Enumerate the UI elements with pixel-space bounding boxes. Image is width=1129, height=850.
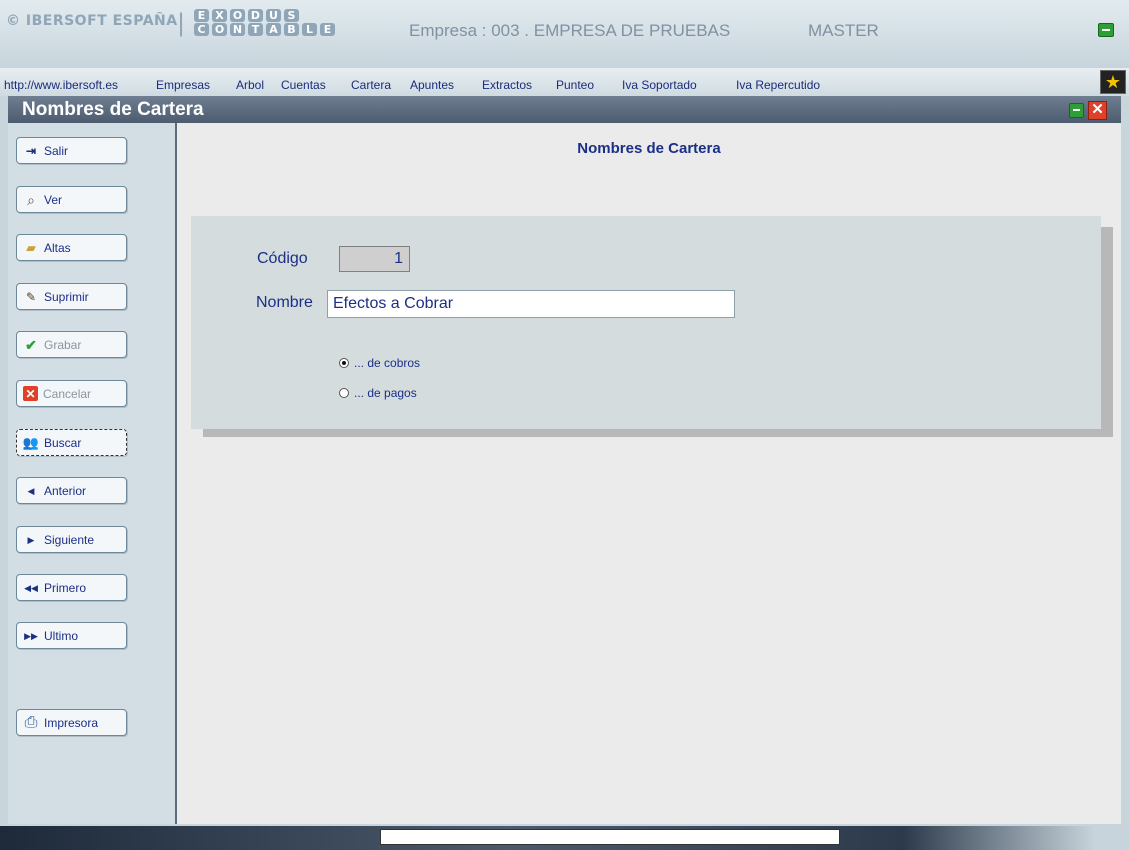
code-label: Código (257, 250, 308, 267)
name-label: Nombre (256, 294, 313, 311)
open-folder-icon: ▰ (26, 239, 36, 255)
product-logo-letter: B (284, 23, 299, 36)
menu-item-punteo[interactable]: Punteo (556, 78, 594, 92)
window-minimize-icon[interactable] (1069, 103, 1084, 118)
menu-item-arbol[interactable]: Arbol (236, 78, 264, 92)
primero-button[interactable]: ◀◀ Primero (16, 574, 127, 601)
printer-icon: ⎙ (24, 713, 38, 731)
app-banner: © IBERSOFT ESPAÑA | EXODUS CONTABLE Empr… (0, 0, 1129, 68)
menu-item-iva-repercutido[interactable]: Iva Repercutido (736, 78, 820, 92)
impresora-button[interactable]: ⎙ Impresora (16, 709, 127, 736)
status-field (380, 829, 840, 845)
siguiente-label: Siguiente (44, 532, 95, 547)
product-logo-letter: U (266, 9, 281, 22)
salir-button[interactable]: ⇥ Salir (16, 137, 127, 164)
anterior-button[interactable]: ◀ Anterior (16, 477, 127, 504)
product-logo-letter: O (212, 23, 227, 36)
buscar-button[interactable]: 👥 Buscar (16, 429, 127, 456)
radio-cobros[interactable]: ... de cobros (339, 356, 420, 370)
window-close-icon[interactable]: ✕ (1088, 101, 1107, 120)
red-x-icon: ✕ (23, 386, 38, 401)
product-logo-line2: CONTABLE (194, 23, 335, 36)
radio-cobros-label: ... de cobros (354, 356, 421, 370)
status-bar (0, 826, 1129, 850)
product-logo-letter: X (212, 9, 227, 22)
ver-button[interactable]: ⌕ Ver (16, 186, 127, 213)
favorites-star-icon[interactable]: ★ (1100, 70, 1126, 94)
window-titlebar: Nombres de Cartera ✕ (8, 96, 1121, 123)
anterior-label: Anterior (44, 483, 87, 498)
product-logo-letter: D (248, 9, 263, 22)
product-logo-letter: O (230, 9, 245, 22)
ver-label: Ver (44, 192, 63, 207)
ultimo-label: Ultimo (44, 628, 79, 643)
impresora-label: Impresora (44, 715, 99, 730)
suprimir-label: Suprimir (44, 289, 89, 304)
altas-button[interactable]: ▰ Altas (16, 234, 127, 261)
suprimir-button[interactable]: ✎ Suprimir (16, 283, 127, 310)
menu-bar: http://www.ibersoft.es Empresas Arbol Cu… (0, 68, 1129, 96)
product-logo-letter: E (320, 23, 335, 36)
menu-item-cuentas[interactable]: Cuentas (281, 78, 326, 92)
grabar-button[interactable]: ✔ Grabar (16, 331, 127, 358)
product-logo-letter: T (248, 23, 263, 36)
product-logo-letter: L (302, 23, 317, 36)
arrow-left-icon: ◀ (27, 485, 35, 496)
cancelar-button[interactable]: ✕ Cancelar (16, 380, 127, 407)
product-logo-letter: E (194, 9, 209, 22)
form-area: Nombres de Cartera Código 1 Nombre Efect… (177, 123, 1121, 824)
action-toolbar: ⇥ Salir ⌕ Ver ▰ Altas ✎ Suprimir ✔ Graba… (8, 123, 177, 824)
menu-item-extractos[interactable]: Extractos (482, 78, 532, 92)
radio-pagos[interactable]: ... de pagos (339, 386, 417, 400)
radio-cobros-indicator[interactable] (339, 358, 349, 368)
product-logo-letter: C (194, 23, 209, 36)
magnifier-icon: ⌕ (27, 191, 35, 208)
checkmark-icon: ✔ (25, 336, 37, 353)
product-logo-letter: S (284, 9, 299, 22)
radio-pagos-indicator[interactable] (339, 388, 349, 398)
website-link[interactable]: http://www.ibersoft.es (4, 78, 118, 92)
product-logo-letter: N (230, 23, 245, 36)
menu-item-iva-soportado[interactable]: Iva Soportado (622, 78, 697, 92)
menu-item-cartera[interactable]: Cartera (351, 78, 391, 92)
primero-label: Primero (44, 580, 87, 595)
double-arrow-right-icon: ▶▶ (24, 630, 38, 641)
menu-item-apuntes[interactable]: Apuntes (410, 78, 454, 92)
double-arrow-left-icon: ◀◀ (24, 582, 38, 593)
app-minimize-icon[interactable] (1098, 23, 1114, 37)
cancelar-label: Cancelar (43, 386, 92, 401)
altas-label: Altas (44, 240, 71, 255)
product-logo-line1: EXODUS (194, 9, 335, 22)
form-title: Nombres de Cartera (577, 140, 721, 157)
name-field[interactable]: Efectos a Cobrar (327, 290, 735, 318)
brand-separator: | (177, 9, 186, 37)
user-label: MASTER (808, 21, 879, 40)
company-label: Empresa : 003 . EMPRESA DE PRUEBAS (409, 21, 731, 40)
code-field: 1 (339, 246, 410, 272)
menu-item-empresas[interactable]: Empresas (156, 78, 210, 92)
product-logo: EXODUS CONTABLE (194, 9, 335, 36)
ultimo-button[interactable]: ▶▶ Ultimo (16, 622, 127, 649)
brand-logo: © IBERSOFT ESPAÑA (6, 13, 178, 29)
record-panel: Código 1 Nombre Efectos a Cobrar ... de … (191, 216, 1101, 429)
window-title: Nombres de Cartera (22, 99, 204, 120)
arrow-right-icon: ▶ (27, 534, 35, 545)
salir-label: Salir (44, 143, 69, 158)
buscar-label: Buscar (44, 435, 82, 450)
exit-door-icon: ⇥ (25, 143, 37, 158)
radio-pagos-label: ... de pagos (354, 386, 417, 400)
product-logo-letter: A (266, 23, 281, 36)
grabar-label: Grabar (44, 337, 82, 352)
eraser-icon: ✎ (25, 289, 37, 304)
users-search-icon: 👥 (22, 434, 40, 450)
siguiente-button[interactable]: ▶ Siguiente (16, 526, 127, 553)
